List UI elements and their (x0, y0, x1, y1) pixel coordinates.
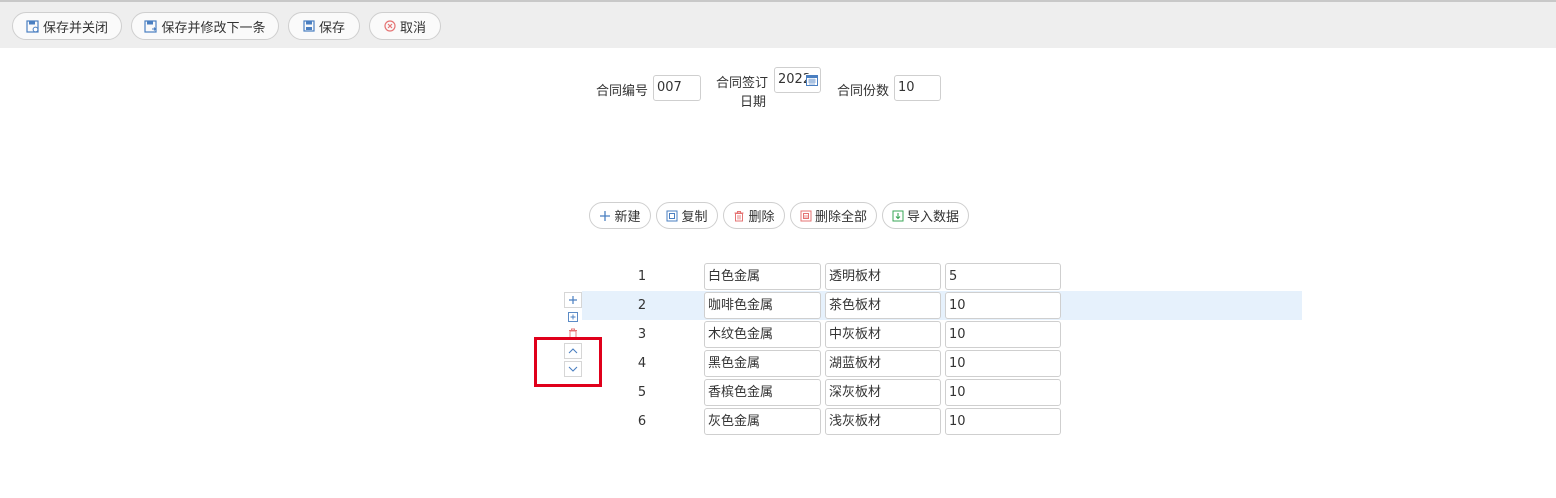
new-button[interactable]: 新建 (589, 202, 651, 229)
copies-label: 合同份数 (837, 84, 890, 99)
sign-date-label-line1: 合同签订 (716, 76, 769, 91)
cancel-button[interactable]: 取消 (369, 12, 441, 40)
import-button[interactable]: 导入数据 (882, 202, 969, 229)
save-close-icon (26, 19, 39, 33)
save-close-label: 保存并关闭 (42, 20, 108, 36)
trash-icon (734, 210, 744, 221)
cancel-icon (384, 20, 396, 32)
new-label: 新建 (614, 210, 641, 225)
sign-date-label-line2: 日期 (740, 95, 767, 110)
save-next-icon (144, 19, 158, 33)
save-close-button[interactable]: 保存并关闭 (12, 12, 122, 40)
row-cell-quantity[interactable]: 10 (945, 350, 1061, 377)
row-cell-quantity[interactable]: 10 (945, 379, 1061, 406)
top-toolbar: 保存并关闭 保存并修改下一条 保存 取消 (0, 0, 1556, 48)
row-cell-material[interactable]: 深灰板材 (825, 379, 941, 406)
save-icon (303, 20, 315, 32)
table-row[interactable]: 4 黑色金属 湖蓝板材 10 (582, 349, 1302, 378)
row-number: 5 (637, 385, 647, 400)
row-copy-button[interactable] (564, 309, 582, 325)
annotation-highlight-box (534, 337, 602, 387)
contract-no-input[interactable]: 007 (653, 75, 701, 101)
cancel-label: 取消 (399, 20, 426, 36)
table-row[interactable]: 2 咖啡色金属 茶色板材 10 (582, 291, 1302, 320)
row-cell-quantity[interactable]: 5 (945, 263, 1061, 290)
plus-icon (600, 210, 611, 221)
row-cell-color[interactable]: 白色金属 (704, 263, 821, 290)
table-row[interactable]: 5 香槟色金属 深灰板材 10 (582, 378, 1302, 407)
row-number: 1 (637, 269, 647, 284)
delete-button[interactable]: 删除 (723, 202, 785, 229)
import-icon (892, 210, 904, 221)
row-number: 3 (637, 327, 647, 342)
calendar-icon[interactable] (806, 74, 818, 86)
row-cell-material[interactable]: 透明板材 (825, 263, 941, 290)
contract-no-label: 合同编号 (596, 84, 649, 99)
row-number: 4 (637, 356, 647, 371)
copy-icon (666, 210, 678, 221)
table-row[interactable]: 3 木纹色金属 中灰板材 10 (582, 320, 1302, 349)
table-row[interactable]: 1 白色金属 透明板材 5 (582, 262, 1302, 291)
row-cell-material[interactable]: 中灰板材 (825, 321, 941, 348)
row-cell-material[interactable]: 湖蓝板材 (825, 350, 941, 377)
plus-icon (569, 296, 577, 304)
save-next-label: 保存并修改下一条 (161, 20, 266, 36)
copy-button[interactable]: 复制 (656, 202, 718, 229)
copy-label: 复制 (681, 210, 708, 225)
copies-input[interactable]: 10 (894, 75, 941, 101)
table-row[interactable]: 6 灰色金属 浅灰板材 10 (582, 407, 1302, 436)
sign-date-label: 合同签订 日期 (716, 72, 768, 110)
copy-icon (568, 312, 578, 322)
row-cell-material[interactable]: 茶色板材 (825, 292, 941, 319)
row-cell-material[interactable]: 浅灰板材 (825, 408, 941, 435)
delete-all-label: 删除全部 (814, 210, 867, 225)
row-insert-button[interactable] (564, 292, 582, 308)
row-number: 2 (637, 298, 647, 313)
sign-date-input[interactable]: 2022 (774, 67, 821, 93)
row-cell-color[interactable]: 灰色金属 (704, 408, 821, 435)
import-label: 导入数据 (906, 210, 959, 225)
row-number: 6 (637, 414, 647, 429)
row-cell-color[interactable]: 香槟色金属 (704, 379, 821, 406)
save-button[interactable]: 保存 (288, 12, 360, 40)
row-cell-color[interactable]: 咖啡色金属 (704, 292, 821, 319)
delete-all-icon (800, 210, 812, 221)
save-label: 保存 (318, 20, 345, 36)
row-cell-quantity[interactable]: 10 (945, 292, 1061, 319)
row-cell-quantity[interactable]: 10 (945, 408, 1061, 435)
delete-all-button[interactable]: 删除全部 (790, 202, 877, 229)
row-cell-color[interactable]: 黑色金属 (704, 350, 821, 377)
row-cell-quantity[interactable]: 10 (945, 321, 1061, 348)
row-cell-color[interactable]: 木纹色金属 (704, 321, 821, 348)
delete-label: 删除 (748, 210, 775, 225)
save-next-button[interactable]: 保存并修改下一条 (131, 12, 279, 40)
